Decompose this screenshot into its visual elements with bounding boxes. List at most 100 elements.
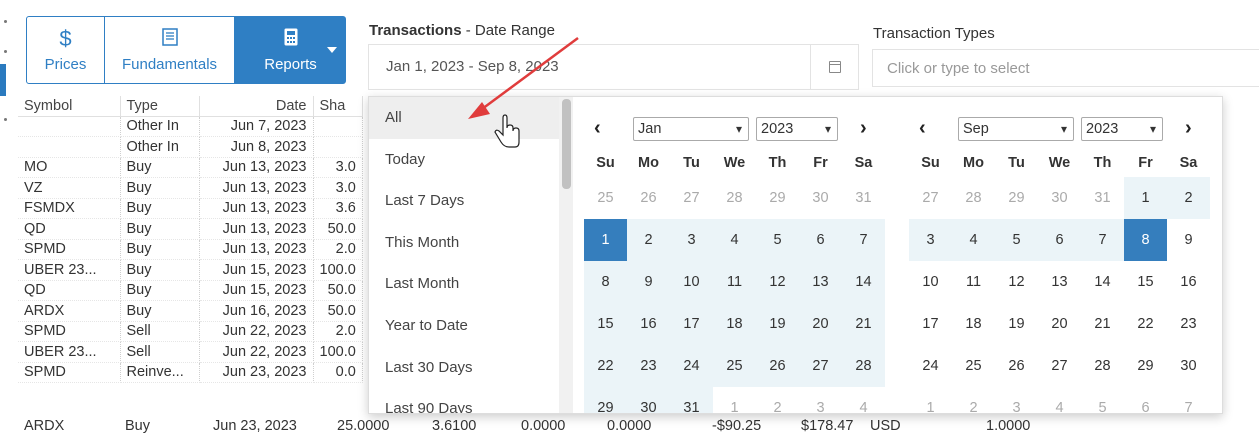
prices-button[interactable]: $ Prices (26, 16, 105, 84)
next-month-icon[interactable]: › (1185, 115, 1192, 141)
calendar-day[interactable]: 2 (952, 387, 995, 413)
table-row[interactable]: ARDX Buy Jun 16, 2023 50.0 (18, 300, 363, 322)
column-header-date[interactable]: Date (199, 96, 314, 117)
calendar-day[interactable]: 30 (1167, 345, 1210, 387)
calendar-day[interactable]: 11 (713, 261, 756, 303)
calendar-day[interactable]: 31 (1081, 177, 1124, 219)
calendar-button[interactable] (810, 45, 858, 89)
table-row[interactable]: QD Buy Jun 13, 2023 50.0 (18, 218, 363, 240)
calendar-day[interactable]: 29 (1124, 345, 1167, 387)
calendar-day[interactable]: 23 (1167, 303, 1210, 345)
calendar-day[interactable]: 18 (713, 303, 756, 345)
left-month-select[interactable]: Jan ▾ (633, 117, 749, 141)
table-row[interactable]: Other In Jun 7, 2023 (18, 116, 363, 137)
reports-button[interactable]: Reports (235, 16, 346, 84)
calendar-day[interactable]: 28 (842, 345, 885, 387)
calendar-day[interactable]: 28 (1081, 345, 1124, 387)
calendar-day[interactable]: 3 (670, 219, 713, 261)
table-row[interactable]: SPMD Reinve... Jun 23, 2023 0.0 (18, 362, 363, 383)
calendar-day[interactable]: 1 (1124, 177, 1167, 219)
calendar-day[interactable]: 25 (713, 345, 756, 387)
calendar-day[interactable]: 15 (1124, 261, 1167, 303)
table-row[interactable]: Other In Jun 8, 2023 (18, 136, 363, 158)
range-option[interactable]: Today (369, 139, 559, 181)
calendar-day[interactable]: 26 (756, 345, 799, 387)
range-option[interactable]: Last 90 Days (369, 388, 559, 413)
calendar-day[interactable]: 6 (1124, 387, 1167, 413)
calendar-day[interactable]: 31 (842, 177, 885, 219)
range-option[interactable]: This Month (369, 222, 559, 264)
calendar-day[interactable]: 3 (909, 219, 952, 261)
calendar-day[interactable]: 9 (1167, 219, 1210, 261)
calendar-day[interactable]: 27 (670, 177, 713, 219)
calendar-day[interactable]: 20 (1038, 303, 1081, 345)
calendar-day[interactable]: 26 (995, 345, 1038, 387)
calendar-day[interactable]: 26 (627, 177, 670, 219)
calendar-day[interactable]: 2 (756, 387, 799, 413)
calendar-day[interactable]: 1 (909, 387, 952, 413)
calendar-day[interactable]: 4 (713, 219, 756, 261)
column-header-shares[interactable]: Sha (313, 96, 363, 117)
calendar-day[interactable]: 20 (799, 303, 842, 345)
calendar-day[interactable]: 5 (995, 219, 1038, 261)
calendar-day[interactable]: 29 (995, 177, 1038, 219)
calendar-day[interactable]: 10 (909, 261, 952, 303)
calendar-day[interactable]: 22 (1124, 303, 1167, 345)
calendar-day[interactable]: 30 (799, 177, 842, 219)
transaction-types-input[interactable] (873, 50, 1259, 86)
calendar-day[interactable]: 8 (584, 261, 627, 303)
calendar-day[interactable]: 29 (584, 387, 627, 413)
table-row[interactable]: MO Buy Jun 13, 2023 3.0 (18, 157, 363, 178)
calendar-day[interactable]: 1 (713, 387, 756, 413)
table-row[interactable]: SPMD Sell Jun 22, 2023 2.0 (18, 321, 363, 342)
table-row[interactable]: UBER 23... Sell Jun 22, 2023 100.0 (18, 341, 363, 363)
calendar-day[interactable]: 13 (1038, 261, 1081, 303)
calendar-day[interactable]: 10 (670, 261, 713, 303)
prev-month-icon[interactable]: ‹ (594, 115, 601, 141)
chevron-down-icon[interactable] (327, 47, 337, 53)
calendar-day[interactable]: 24 (909, 345, 952, 387)
calendar-day[interactable]: 17 (909, 303, 952, 345)
calendar-day[interactable]: 16 (1167, 261, 1210, 303)
table-row[interactable]: UBER 23... Buy Jun 15, 2023 100.0 (18, 259, 363, 281)
calendar-day[interactable]: 7 (842, 219, 885, 261)
calendar-day[interactable]: 27 (799, 345, 842, 387)
calendar-day[interactable]: 14 (842, 261, 885, 303)
calendar-day[interactable]: 3 (995, 387, 1038, 413)
calendar-day[interactable]: 28 (952, 177, 995, 219)
range-option[interactable]: Year to Date (369, 305, 559, 347)
transaction-types-field[interactable] (872, 49, 1259, 87)
calendar-day[interactable]: 4 (1038, 387, 1081, 413)
calendar-day[interactable]: 21 (842, 303, 885, 345)
range-option[interactable]: All (369, 97, 559, 139)
table-row[interactable]: QD Buy Jun 15, 2023 50.0 (18, 280, 363, 301)
calendar-day[interactable]: 17 (670, 303, 713, 345)
calendar-day[interactable]: 11 (952, 261, 995, 303)
range-option[interactable]: Last 30 Days (369, 347, 559, 389)
column-header-type[interactable]: Type (120, 96, 200, 117)
prev-month-icon[interactable]: ‹ (919, 115, 926, 141)
calendar-day[interactable]: 18 (952, 303, 995, 345)
right-month-select[interactable]: Sep ▾ (958, 117, 1074, 141)
calendar-day[interactable]: 9 (627, 261, 670, 303)
range-option[interactable]: Last Month (369, 263, 559, 305)
date-range-field[interactable]: Jan 1, 2023 - Sep 8, 2023 (368, 44, 859, 90)
range-start-day[interactable]: 1 (584, 219, 627, 261)
calendar-day[interactable]: 5 (1081, 387, 1124, 413)
calendar-day[interactable]: 22 (584, 345, 627, 387)
calendar-day[interactable]: 28 (713, 177, 756, 219)
calendar-day[interactable]: 23 (627, 345, 670, 387)
calendar-day[interactable]: 4 (842, 387, 885, 413)
calendar-day[interactable]: 2 (1167, 177, 1210, 219)
calendar-day[interactable]: 21 (1081, 303, 1124, 345)
right-year-select[interactable]: 2023 ▾ (1081, 117, 1163, 141)
calendar-day[interactable]: 5 (756, 219, 799, 261)
table-row[interactable]: SPMD Buy Jun 13, 2023 2.0 (18, 239, 363, 260)
calendar-day[interactable]: 6 (1038, 219, 1081, 261)
column-header-symbol[interactable]: Symbol (18, 96, 121, 117)
calendar-day[interactable]: 4 (952, 219, 995, 261)
calendar-day[interactable]: 24 (670, 345, 713, 387)
calendar-day[interactable]: 19 (995, 303, 1038, 345)
calendar-day[interactable]: 16 (627, 303, 670, 345)
calendar-day[interactable]: 15 (584, 303, 627, 345)
